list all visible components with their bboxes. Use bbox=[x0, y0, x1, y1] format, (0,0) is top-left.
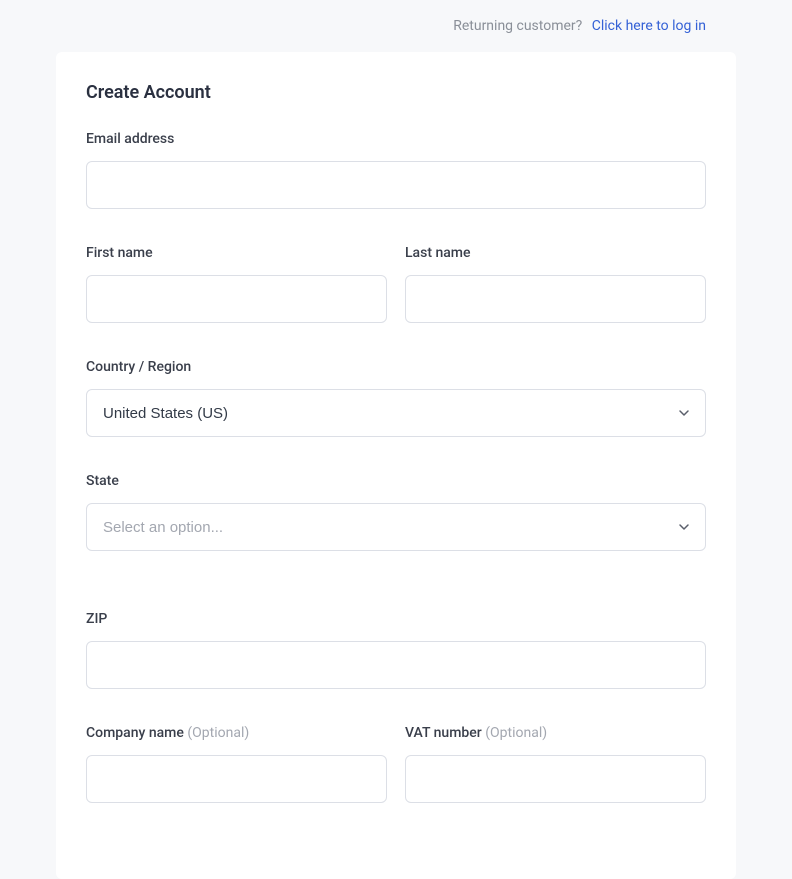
company-optional-hint: (Optional) bbox=[187, 725, 249, 741]
vat-label-text: VAT number bbox=[405, 725, 482, 741]
vat-optional-hint: (Optional) bbox=[485, 725, 547, 741]
country-label: Country / Region bbox=[86, 359, 706, 375]
page-title: Create Account bbox=[86, 82, 706, 103]
state-group: State Select an option... bbox=[86, 473, 706, 551]
returning-customer-bar: Returning customer? Click here to log in bbox=[0, 0, 792, 34]
email-label: Email address bbox=[86, 131, 706, 147]
company-label-text: Company name bbox=[86, 725, 184, 741]
vat-group: VAT number (Optional) bbox=[405, 725, 706, 803]
vat-field[interactable] bbox=[405, 755, 706, 803]
last-name-label: Last name bbox=[405, 245, 706, 261]
login-link[interactable]: Click here to log in bbox=[592, 18, 706, 34]
first-name-group: First name bbox=[86, 245, 387, 323]
state-label: State bbox=[86, 473, 706, 489]
create-account-card: Create Account Email address First name … bbox=[56, 52, 736, 879]
vat-label: VAT number (Optional) bbox=[405, 725, 706, 741]
state-select[interactable]: Select an option... bbox=[86, 503, 706, 551]
returning-customer-prompt: Returning customer? bbox=[453, 18, 582, 34]
company-group: Company name (Optional) bbox=[86, 725, 387, 803]
last-name-field[interactable] bbox=[405, 275, 706, 323]
country-select[interactable]: United States (US) bbox=[86, 389, 706, 437]
zip-field[interactable] bbox=[86, 641, 706, 689]
company-label: Company name (Optional) bbox=[86, 725, 387, 741]
country-group: Country / Region United States (US) bbox=[86, 359, 706, 437]
email-group: Email address bbox=[86, 131, 706, 209]
company-field[interactable] bbox=[86, 755, 387, 803]
email-field[interactable] bbox=[86, 161, 706, 209]
last-name-group: Last name bbox=[405, 245, 706, 323]
first-name-label: First name bbox=[86, 245, 387, 261]
zip-label: ZIP bbox=[86, 611, 706, 627]
first-name-field[interactable] bbox=[86, 275, 387, 323]
zip-group: ZIP bbox=[86, 611, 706, 689]
